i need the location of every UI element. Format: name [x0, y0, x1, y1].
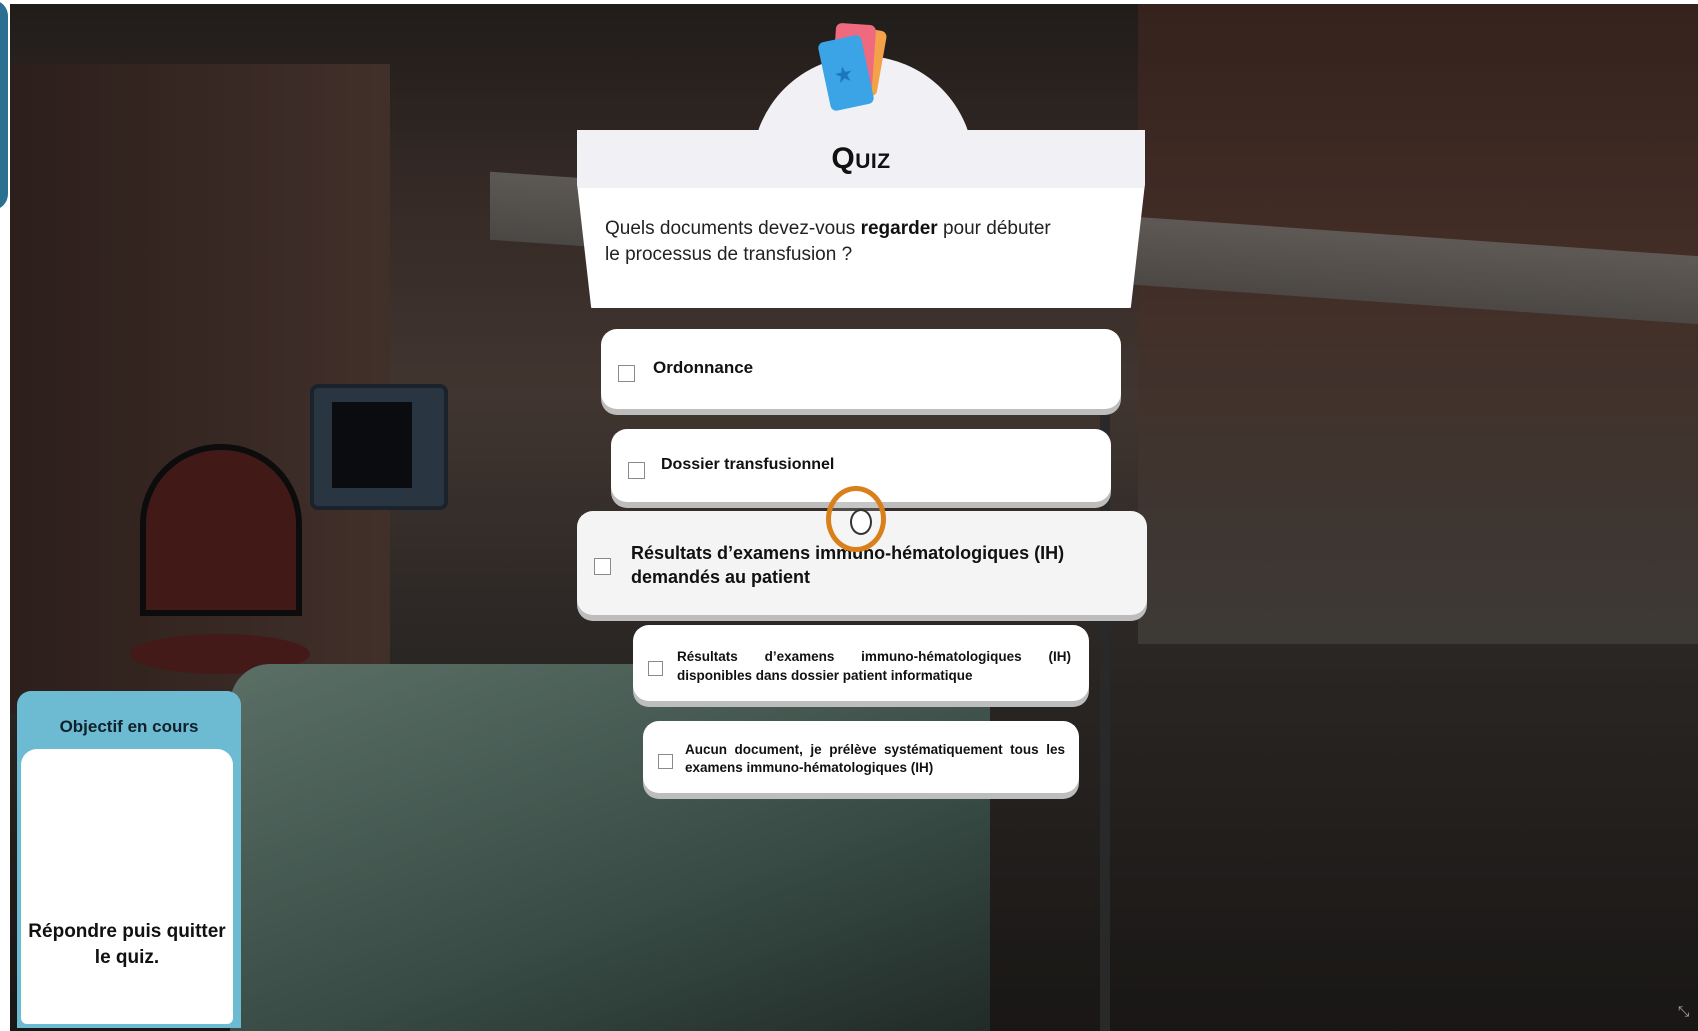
quiz-cards-icon: ★ [817, 22, 900, 116]
answer-option-aucun-document[interactable]: Aucun document, je prélève systématiquem… [643, 721, 1079, 793]
answer-option-resultats-ih-disponibles[interactable]: Résultats d’examens immuno-hématologique… [633, 625, 1089, 701]
question-text-bold: regarder [860, 218, 938, 239]
answer-label: Aucun document, je prélève systématiquem… [685, 742, 1065, 775]
answer-label: Résultats d’examens immuno-hématologique… [677, 649, 1071, 683]
quiz-question: Quels documents devez-vous regarder pour… [605, 216, 1065, 268]
objective-text: Répondre puis quitter le quiz. [28, 921, 226, 968]
answer-checkbox[interactable] [628, 462, 645, 479]
answer-label: Dossier transfusionnel [661, 456, 835, 473]
answer-label: Résultats d’examens immuno-hématologique… [631, 543, 1065, 587]
quiz-header: Quiz [577, 130, 1145, 188]
answer-checkbox[interactable] [658, 754, 673, 769]
objective-body: Répondre puis quitter le quiz. [21, 749, 233, 1024]
answer-checkbox[interactable] [594, 558, 611, 575]
quiz-card: Quiz Quels documents devez-vous regarder… [577, 130, 1145, 308]
answer-checkbox[interactable] [618, 365, 635, 382]
gaze-cursor-icon [826, 486, 886, 552]
objective-panel: Objectif en cours Répondre puis quitter … [17, 691, 241, 1028]
answer-label: Ordonnance [653, 358, 754, 377]
answer-option-ordonnance[interactable]: Ordonnance [601, 329, 1121, 409]
left-edge-tab [0, 0, 8, 210]
question-text-start: Quels documents devez-vous [605, 218, 861, 239]
exit-fullscreen-icon[interactable]: ⤡ [1678, 1003, 1696, 1029]
answer-checkbox[interactable] [648, 661, 663, 676]
quiz-title: Quiz [831, 142, 891, 175]
objective-label: Objectif en cours [59, 717, 199, 736]
